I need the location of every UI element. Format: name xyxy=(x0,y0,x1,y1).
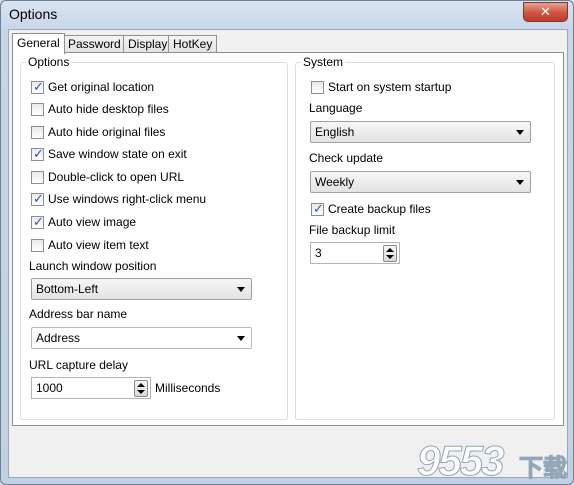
checkbox-box[interactable] xyxy=(31,239,44,252)
backup-limit-label: File backup limit xyxy=(309,223,396,237)
tab-hotkey[interactable]: HotKey xyxy=(168,35,218,53)
chevron-down-icon xyxy=(237,287,245,292)
checkbox-label: Auto hide original files xyxy=(48,125,166,139)
checkbox-box[interactable]: ✓ xyxy=(311,201,324,216)
checkbox-box[interactable] xyxy=(31,126,44,139)
launch-position-select[interactable]: Bottom-Left xyxy=(31,278,252,300)
checkbox-box[interactable]: ✓ xyxy=(31,191,44,206)
language-value: English xyxy=(315,125,355,139)
general-tab-panel: Options ✓ Get original location Auto hid… xyxy=(12,52,564,426)
check-update-value: Weekly xyxy=(315,175,355,189)
launch-position-value: Bottom-Left xyxy=(36,282,99,296)
check-mark-icon: ✓ xyxy=(33,79,44,94)
address-bar-select[interactable]: Address xyxy=(31,327,252,349)
tab-general[interactable]: General xyxy=(12,33,65,54)
url-delay-stepper[interactable]: 1000 xyxy=(31,377,151,399)
checkbox-label: Auto view image xyxy=(48,215,137,229)
tab-password[interactable]: Password xyxy=(63,35,126,53)
watermark-logo: 9553 xyxy=(416,437,504,485)
spin-up-icon[interactable] xyxy=(386,248,394,252)
checkbox-box[interactable]: ✓ xyxy=(31,146,44,161)
url-delay-label: URL capture delay xyxy=(29,358,128,372)
checkbox-label: Start on system startup xyxy=(328,80,452,94)
checkbox-label: Auto hide desktop files xyxy=(48,102,169,116)
dialog-client: General Password Display HotKey Options … xyxy=(8,29,568,478)
address-bar-label: Address bar name xyxy=(29,307,128,321)
close-button[interactable]: ✕ xyxy=(523,2,568,22)
backup-limit-value: 3 xyxy=(315,246,322,260)
checkbox-label: Save window state on exit xyxy=(48,147,187,161)
checkbox-label: Auto view item text xyxy=(48,238,149,252)
check-mark-icon: ✓ xyxy=(313,201,324,216)
spin-down-icon[interactable] xyxy=(386,255,394,259)
checkbox-box[interactable] xyxy=(31,103,44,116)
system-group-label: System xyxy=(301,55,346,69)
check-mark-icon: ✓ xyxy=(33,146,44,161)
checkbox-label: Create backup files xyxy=(328,202,431,216)
check-mark-icon: ✓ xyxy=(33,214,44,229)
backup-limit-stepper[interactable]: 3 xyxy=(310,242,400,264)
checkbox-label: Get original location xyxy=(48,80,155,94)
checkbox-box[interactable] xyxy=(311,81,324,94)
spin-up-icon[interactable] xyxy=(137,383,145,387)
address-bar-value: Address xyxy=(36,331,81,345)
chevron-down-icon xyxy=(516,180,524,185)
checkbox-label: Use windows right-click menu xyxy=(48,192,207,206)
checkbox-label: Double-click to open URL xyxy=(48,170,185,184)
tab-display[interactable]: Display xyxy=(123,35,173,53)
window-title: Options xyxy=(9,6,58,22)
language-select[interactable]: English xyxy=(310,121,531,143)
spin-buttons[interactable] xyxy=(134,380,148,397)
chevron-down-icon xyxy=(516,130,524,135)
spin-down-icon[interactable] xyxy=(137,390,145,394)
options-group: Options ✓ Get original location Auto hid… xyxy=(20,55,288,420)
checkbox-box[interactable]: ✓ xyxy=(31,214,44,229)
close-icon: ✕ xyxy=(540,4,551,19)
check-mark-icon: ✓ xyxy=(33,191,44,206)
checkbox-box[interactable] xyxy=(31,171,44,184)
language-label: Language xyxy=(309,101,363,115)
chevron-down-icon xyxy=(237,336,245,341)
check-update-label: Check update xyxy=(309,151,384,165)
spin-buttons[interactable] xyxy=(383,245,397,262)
options-window: Options ✕ General Password Display HotKe… xyxy=(0,0,574,485)
options-group-label: Options xyxy=(26,55,72,69)
check-update-select[interactable]: Weekly xyxy=(310,171,531,193)
url-delay-value: 1000 xyxy=(36,381,63,395)
system-group: System Start on system startup Language … xyxy=(295,55,555,420)
title-bar[interactable]: Options ✕ xyxy=(1,1,573,29)
checkbox-box[interactable]: ✓ xyxy=(31,79,44,94)
launch-position-label: Launch window position xyxy=(29,259,157,273)
watermark-suffix: 下载 xyxy=(519,455,568,483)
url-delay-unit: Milliseconds xyxy=(155,381,221,395)
